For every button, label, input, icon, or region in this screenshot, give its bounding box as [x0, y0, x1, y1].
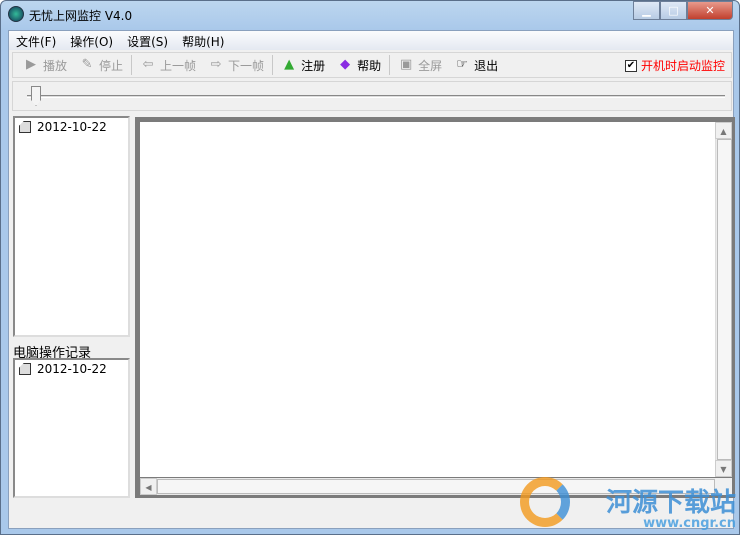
app-window: 无忧上网监控 V4.0 ▁ □ ✕ 文件(F) 操作(O) 设置(S) 帮助(H… [0, 0, 740, 535]
maximize-button[interactable]: □ [660, 1, 687, 20]
menu-operate[interactable]: 操作(O) [63, 31, 120, 50]
menu-bar: 文件(F) 操作(O) 设置(S) 帮助(H) [9, 31, 733, 50]
prev-frame-button[interactable]: ⇦ 上一帧 [134, 57, 202, 74]
tree-item[interactable]: 2012-10-22 [17, 362, 126, 376]
register-icon: ▲ [284, 57, 295, 72]
checkbox-checked-icon: ✔ [624, 59, 637, 72]
play-icon: ▶ [26, 57, 36, 72]
viewer-canvas [140, 122, 715, 477]
watermark: 河源下载站 www.cngr.cn [605, 488, 736, 531]
toolbar: ▶ 播放 ✎ 停止 ⇦ 上一帧 ⇨ 下一帧 ▲ 注册 ◆ 帮助 ▣ 全屏 ☞ 退出 ✔ 开机时启… [12, 52, 732, 78]
stop-icon: ✎ [81, 57, 93, 72]
help-button[interactable]: ◆ 帮助 [331, 57, 387, 74]
folder-icon [19, 363, 31, 375]
arrow-left-icon: ⇦ [142, 57, 154, 72]
menu-settings[interactable]: 设置(S) [120, 31, 175, 50]
register-button[interactable]: ▲ 注册 [275, 57, 331, 74]
scroll-left-icon[interactable]: ◀ [140, 478, 157, 495]
scroll-down-icon[interactable]: ▼ [715, 460, 732, 477]
close-button[interactable]: ✕ [687, 1, 733, 20]
play-button[interactable]: ▶ 播放 [17, 57, 73, 74]
date-tree[interactable]: 2012-10-22 [13, 116, 130, 337]
autostart-checkbox[interactable]: ✔ 开机时启动监控 [624, 57, 725, 74]
next-frame-button[interactable]: ⇨ 下一帧 [202, 57, 270, 74]
vertical-scrollbar[interactable]: ▲ ▼ [715, 122, 732, 477]
watermark-logo-icon [520, 477, 570, 527]
stop-button[interactable]: ✎ 停止 [73, 57, 129, 74]
folder-icon [19, 121, 31, 133]
frame-slider[interactable] [12, 81, 732, 111]
tree-item[interactable]: 2012-10-22 [17, 120, 126, 134]
help-book-icon: ◆ [340, 57, 351, 72]
arrow-right-icon: ⇨ [210, 57, 222, 72]
exit-hand-icon: ☞ [456, 57, 468, 72]
slider-thumb[interactable] [31, 86, 41, 106]
menu-file[interactable]: 文件(F) [9, 31, 63, 50]
minimize-button[interactable]: ▁ [633, 1, 660, 20]
scroll-up-icon[interactable]: ▲ [715, 122, 732, 139]
app-icon [8, 6, 24, 22]
exit-button[interactable]: ☞ 退出 [448, 57, 504, 74]
fullscreen-icon: ▣ [399, 57, 413, 72]
screenshot-viewer: ▲ ▼ ◀ [135, 117, 735, 498]
fullscreen-button[interactable]: ▣ 全屏 [392, 57, 448, 74]
ops-tree[interactable]: 2012-10-22 [13, 358, 130, 498]
menu-help[interactable]: 帮助(H) [175, 31, 231, 50]
window-title: 无忧上网监控 V4.0 [29, 9, 133, 23]
